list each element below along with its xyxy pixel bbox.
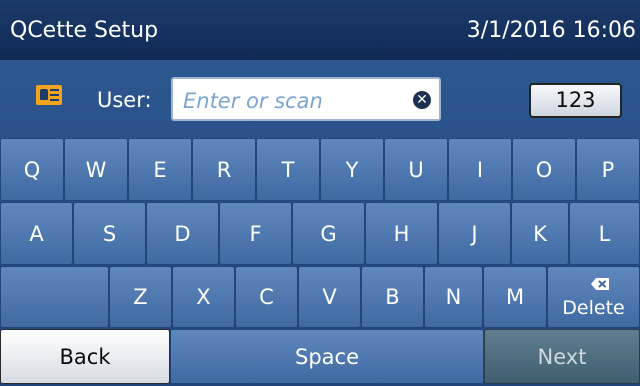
backspace-icon [590,278,609,290]
key-label: W [85,157,107,182]
space-label: Space [295,344,359,369]
space-bar[interactable]: Space [170,329,484,384]
key-label: U [408,157,424,182]
user-input-placeholder: Enter or scan [183,89,323,113]
key-label: S [102,221,117,246]
key-p[interactable]: P [576,138,640,201]
user-input[interactable]: Enter or scan ✕ [171,77,441,121]
delete-label: Delete [562,297,625,319]
key-label: Y [345,157,359,182]
title-bar: QCette Setup 3/1/2016 16:06 [0,0,640,60]
id-card-line [50,99,59,101]
key-e[interactable]: E [128,138,192,201]
key-f[interactable]: F [219,202,292,265]
key-t[interactable]: T [256,138,320,201]
datetime-display: 3/1/2016 16:06 [466,18,636,43]
key-label: R [216,157,232,182]
next-button[interactable]: Next [484,329,640,384]
key-label: C [259,285,274,309]
clear-icon[interactable]: ✕ [413,91,431,109]
key-n[interactable]: N [424,266,483,328]
key-label: Z [133,285,148,309]
id-card-photo [40,89,48,100]
delete-key[interactable]: Delete [547,266,640,328]
key-z[interactable]: Z [109,266,172,328]
key-r[interactable]: R [192,138,256,201]
key-label: N [445,285,462,309]
key-h[interactable]: H [365,202,438,265]
id-card-line [50,94,59,96]
key-d[interactable]: D [146,202,219,265]
key-j[interactable]: J [438,202,511,265]
key-y[interactable]: Y [320,138,384,201]
key-x[interactable]: X [172,266,235,328]
qcette-setup-screen: QCette Setup 3/1/2016 16:06 User: Enter … [0,0,640,386]
key-label: B [385,285,400,309]
key-v[interactable]: V [298,266,361,328]
key-label: O [535,157,553,182]
key-w[interactable]: W [64,138,128,201]
key-label: I [476,157,484,182]
key-label: X [196,285,211,309]
key-a[interactable]: A [0,202,73,265]
next-label: Next [537,344,587,369]
key-i[interactable]: I [448,138,512,201]
key-s[interactable]: S [73,202,146,265]
id-card-icon [36,85,62,105]
key-label: M [505,285,525,309]
key-o[interactable]: O [512,138,576,201]
key-u[interactable]: U [384,138,448,201]
key-label: H [393,221,410,246]
key-label: E [153,157,167,182]
key-c[interactable]: C [235,266,298,328]
key-label: D [174,221,191,246]
id-card-line [50,89,59,91]
back-button[interactable]: Back [0,329,170,384]
key-blank[interactable] [0,266,109,328]
page-title: QCette Setup [10,18,159,43]
key-m[interactable]: M [483,266,547,328]
key-l[interactable]: L [569,202,640,265]
key-k[interactable]: K [511,202,569,265]
numeric-keyboard-button[interactable]: 123 [529,83,622,118]
key-label: T [281,157,295,182]
key-label: K [533,221,547,246]
key-label: Q [23,157,41,182]
back-label: Back [59,344,111,369]
key-label: A [29,221,44,246]
key-b[interactable]: B [361,266,424,328]
key-q[interactable]: Q [0,138,64,201]
key-label: F [249,221,262,246]
key-label: V [322,285,337,309]
user-label: User: [97,88,152,112]
key-label: L [598,221,611,246]
key-label: P [601,157,615,182]
key-label: G [320,221,337,246]
key-label: J [471,221,478,246]
key-g[interactable]: G [292,202,365,265]
